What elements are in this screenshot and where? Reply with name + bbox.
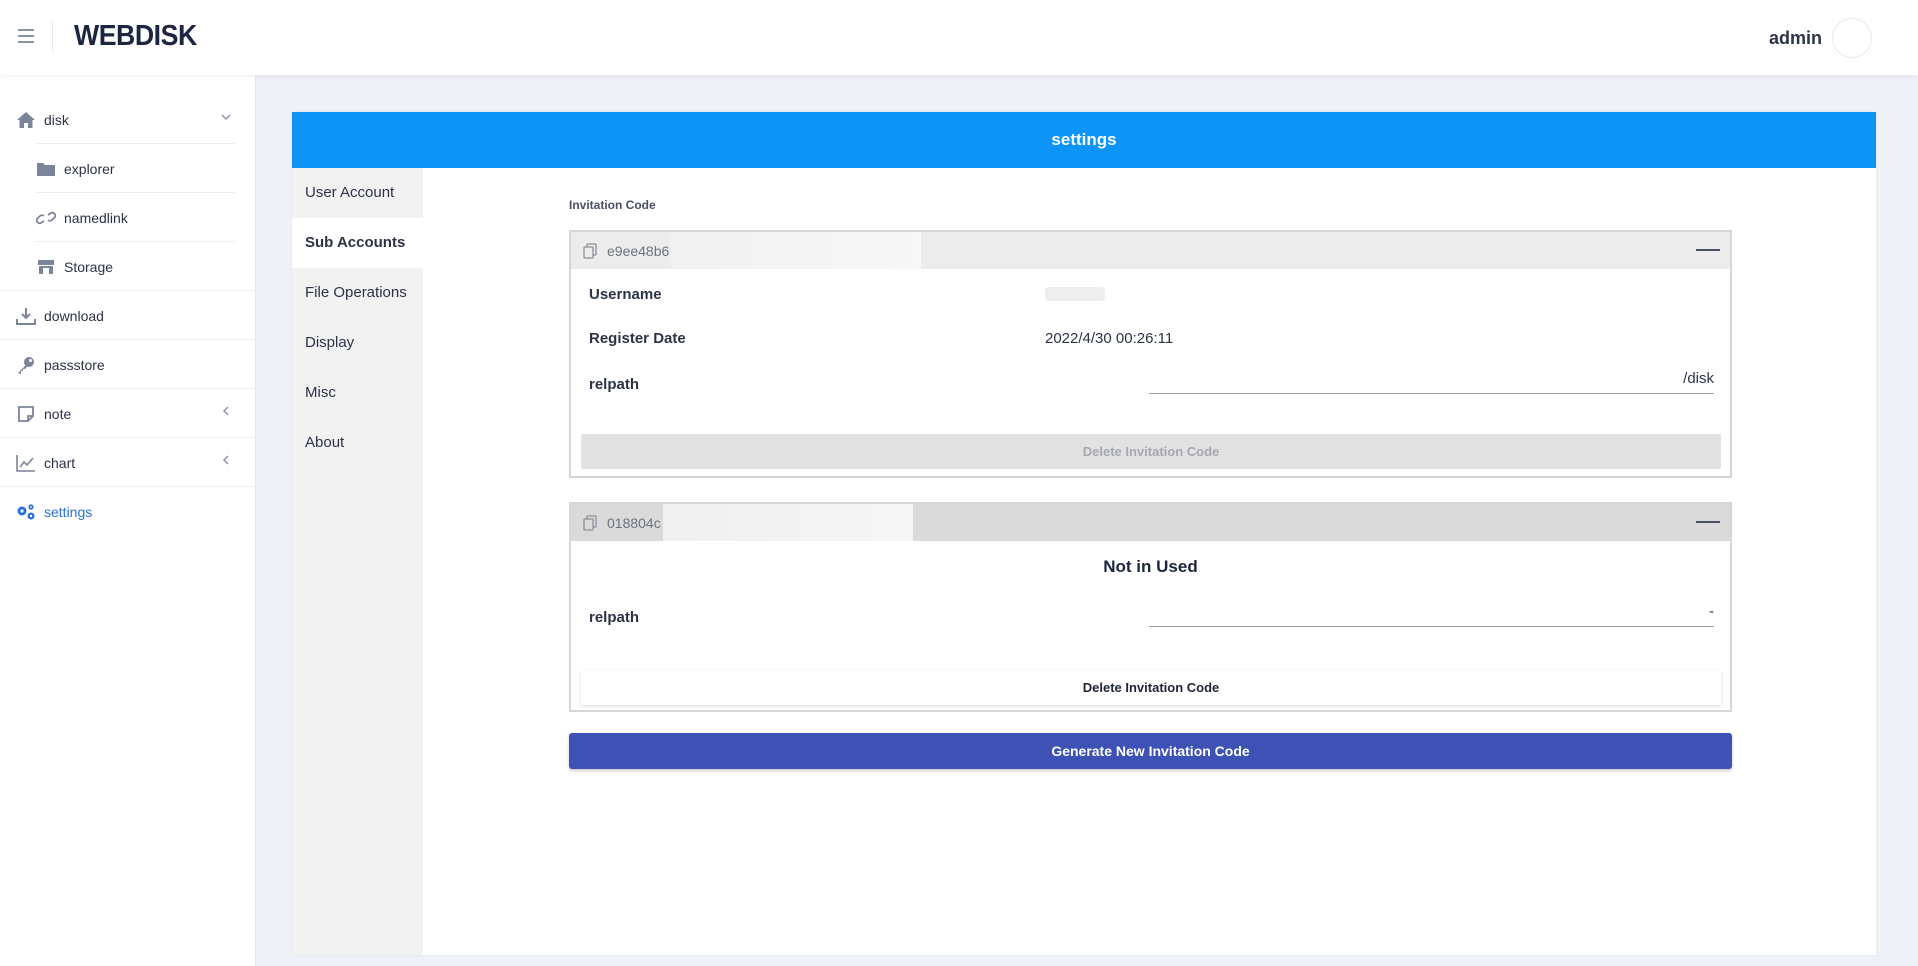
sidebar-item-label: note	[44, 405, 72, 422]
sidebar-item-storage[interactable]: Storage	[0, 242, 256, 291]
invitation-code: e9ee48b6	[607, 242, 670, 259]
sidebar-item-settings[interactable]: settings	[0, 487, 256, 536]
tab-user-account[interactable]: User Account	[292, 168, 423, 218]
brand-logo[interactable]: WEBDISK	[74, 20, 197, 53]
sidebar-item-label: Storage	[64, 258, 114, 275]
sidebar-item-passstore[interactable]: passstore	[0, 340, 256, 389]
redacted-username	[1045, 287, 1105, 301]
invitation-code-card: 018804c Not in Used relpath Delete Invit…	[569, 502, 1732, 712]
card-title: settings	[292, 112, 1876, 168]
avatar[interactable]	[1832, 18, 1872, 58]
link-icon	[35, 207, 57, 229]
chevron-left-icon	[220, 454, 234, 468]
sidebar-item-label: namedlink	[64, 209, 128, 226]
invitation-code-header: e9ee48b6	[571, 232, 1730, 269]
generate-invitation-code-button[interactable]: Generate New Invitation Code	[569, 733, 1732, 769]
key-icon	[15, 354, 37, 376]
sidebar-item-chart[interactable]: chart	[0, 438, 256, 487]
username-row: Username	[571, 272, 1730, 316]
download-icon	[15, 305, 37, 327]
gears-icon	[15, 501, 37, 523]
sidebar-item-label: download	[44, 307, 104, 324]
username-label: Username	[589, 285, 662, 303]
register-date-value: 2022/4/30 00:26:11	[1045, 329, 1174, 347]
settings-tabs: User Account Sub Accounts File Operation…	[292, 168, 423, 955]
delete-invitation-code-button[interactable]: Delete Invitation Code	[581, 434, 1721, 469]
folder-icon	[35, 158, 57, 180]
register-date-label: Register Date	[589, 329, 686, 347]
user-name[interactable]: admin	[1769, 28, 1822, 49]
sidebar-item-label: explorer	[64, 160, 115, 177]
invitation-code-card: e9ee48b6 Username Register Date 2022/4/3…	[569, 230, 1732, 478]
sidebar: disk explorer namedlink Storage download	[0, 75, 256, 966]
relpath-input[interactable]	[1149, 364, 1714, 394]
sidebar-item-label: passstore	[44, 356, 105, 373]
sidebar-item-label: chart	[44, 454, 76, 471]
settings-card: settings User Account Sub Accounts File …	[292, 112, 1876, 955]
chevron-left-icon	[220, 405, 234, 419]
status-text: Not in Used	[1103, 557, 1198, 576]
invitation-code: 018804c	[607, 514, 661, 531]
store-icon	[35, 256, 57, 278]
sidebar-item-namedlink[interactable]: namedlink	[0, 193, 256, 242]
sidebar-item-label: settings	[44, 503, 93, 520]
sidebar-item-disk[interactable]: disk	[0, 95, 256, 144]
user-menu[interactable]: admin	[1769, 18, 1918, 58]
tab-file-operations[interactable]: File Operations	[292, 268, 423, 318]
collapse-icon[interactable]	[1696, 521, 1720, 523]
menu-icon[interactable]	[18, 29, 34, 43]
copy-icon[interactable]	[583, 514, 597, 531]
relpath-label: relpath	[589, 375, 640, 393]
top-bar: WEBDISK admin	[0, 0, 1918, 75]
copy-icon[interactable]	[583, 242, 597, 259]
relpath-label: relpath	[589, 608, 640, 626]
register-date-row: Register Date 2022/4/30 00:26:11	[571, 316, 1730, 360]
section-title: Invitation Code	[569, 198, 656, 212]
relpath-row: relpath	[571, 360, 1730, 408]
note-icon	[15, 403, 37, 425]
chevron-down-icon	[220, 111, 234, 125]
sidebar-item-download[interactable]: download	[0, 291, 256, 340]
divider	[52, 22, 53, 52]
sidebar-item-label: disk	[44, 111, 69, 128]
chart-line-icon	[15, 452, 37, 474]
relpath-row: relpath	[571, 593, 1730, 641]
invitation-code-header: 018804c	[571, 504, 1730, 541]
sidebar-item-explorer[interactable]: explorer	[0, 144, 256, 193]
status-row: Not in Used	[571, 541, 1730, 593]
tab-about[interactable]: About	[292, 418, 423, 468]
redacted-region	[671, 232, 922, 269]
delete-invitation-code-button[interactable]: Delete Invitation Code	[581, 670, 1721, 705]
tab-sub-accounts[interactable]: Sub Accounts	[292, 218, 423, 268]
redacted-region	[662, 504, 913, 541]
tab-display[interactable]: Display	[292, 318, 423, 368]
relpath-input[interactable]	[1149, 597, 1714, 627]
sidebar-item-note[interactable]: note	[0, 389, 256, 438]
collapse-icon[interactable]	[1696, 249, 1720, 251]
home-icon	[15, 109, 37, 131]
tab-misc[interactable]: Misc	[292, 368, 423, 418]
